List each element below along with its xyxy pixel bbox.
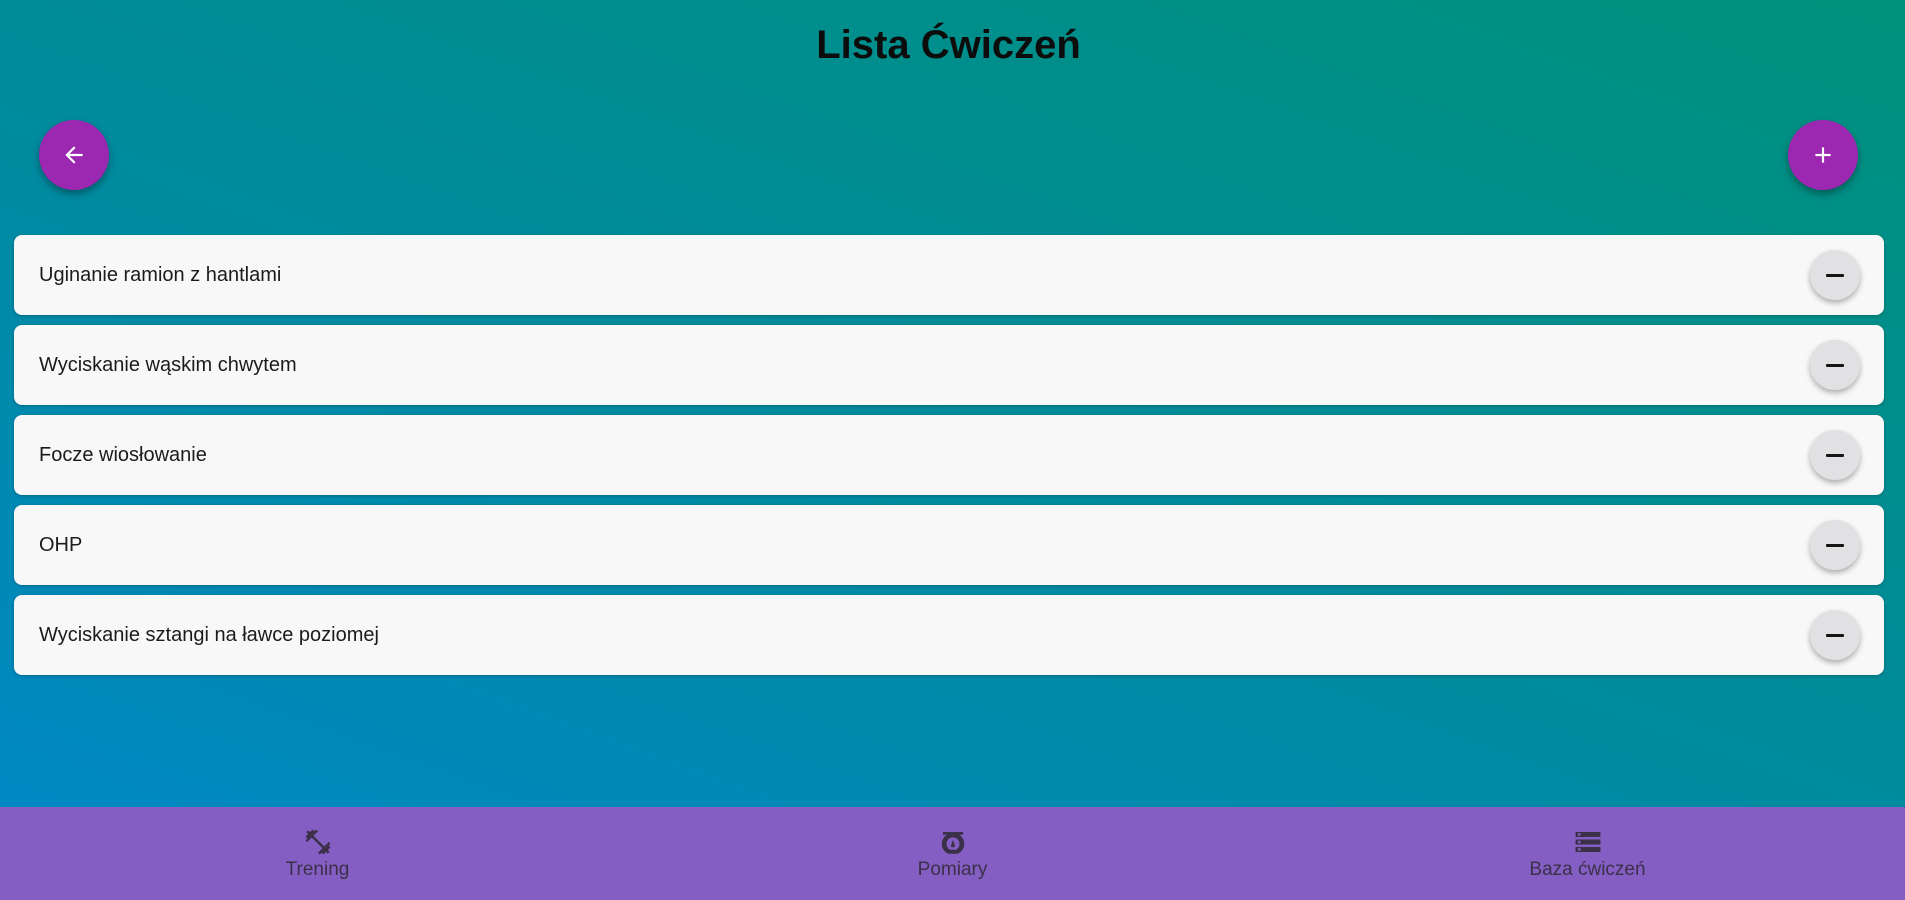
exercise-list-item: Uginanie ramion z hantlami [14,235,1884,315]
exercise-name: Wyciskanie sztangi na ławce poziomej [39,623,379,646]
nav-item-label: Pomiary [917,858,988,880]
add-exercise-button[interactable] [1788,120,1858,190]
back-button[interactable] [39,120,109,190]
exercise-name: OHP [39,533,83,556]
minus-icon [1826,633,1844,637]
plus-icon [1815,147,1831,163]
minus-icon [1826,363,1844,367]
minus-icon [1826,273,1844,277]
nav-item-pomiary[interactable]: Pomiary [635,807,1270,900]
exercise-name: Wyciskanie wąskim chwytem [39,353,297,376]
nav-item-label: Trening [285,858,350,880]
bottom-navigation: Trening Pomiary Baza ćwiczeń [0,807,1905,900]
exercise-list-item: Wyciskanie wąskim chwytem [14,325,1884,405]
remove-exercise-button[interactable] [1810,610,1860,660]
nav-item-baza-cwiczen[interactable]: Baza ćwiczeń [1270,807,1905,900]
exercise-name: Uginanie ramion z hantlami [39,263,282,286]
page-title: Lista Ćwiczeń [816,23,1081,67]
remove-exercise-button[interactable] [1810,520,1860,570]
scale-icon [941,831,964,854]
exercise-list-item: OHP [14,505,1884,585]
nav-item-trening[interactable]: Trening [0,807,635,900]
exercise-name: Focze wiosłowanie [39,443,207,466]
exercise-list: Uginanie ramion z hantlami Wyciskanie wą… [14,235,1884,685]
dumbbell-icon [305,829,330,854]
exercise-list-item: Focze wiosłowanie [14,415,1884,495]
remove-exercise-button[interactable] [1810,250,1860,300]
storage-icon [1575,831,1600,852]
exercise-list-item: Wyciskanie sztangi na ławce poziomej [14,595,1884,675]
nav-item-label: Baza ćwiczeń [1529,858,1646,880]
minus-icon [1826,543,1844,547]
arrow-left-icon [65,146,83,164]
remove-exercise-button[interactable] [1810,340,1860,390]
minus-icon [1826,453,1844,457]
remove-exercise-button[interactable] [1810,430,1860,480]
